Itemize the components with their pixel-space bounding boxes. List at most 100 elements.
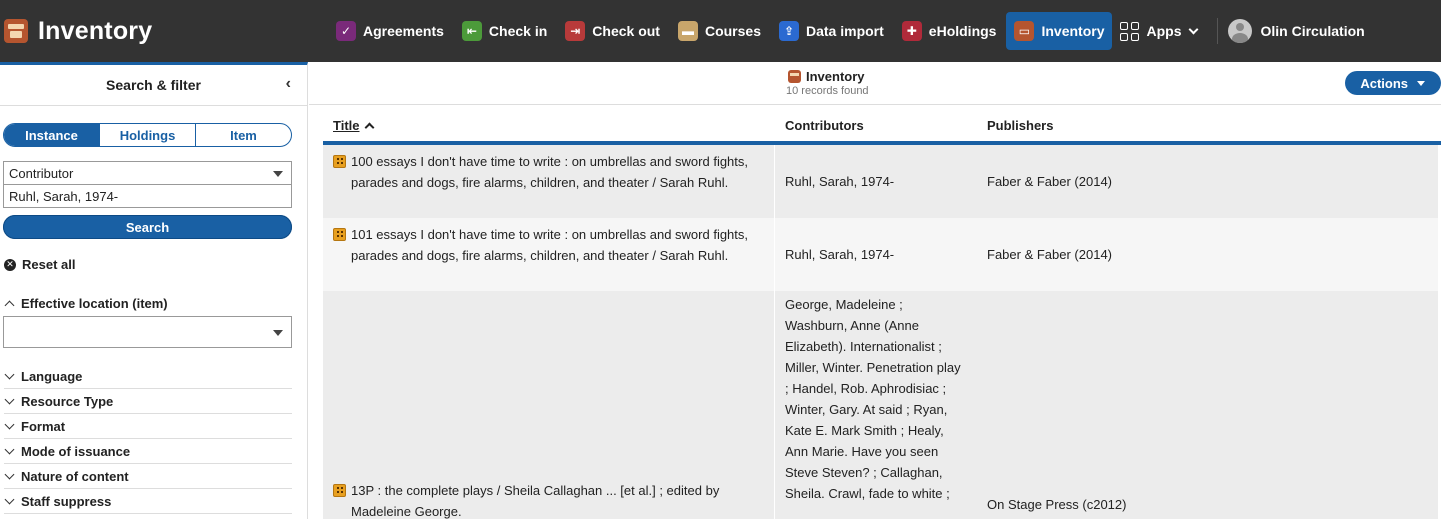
nav-app-label: Check in [488, 23, 548, 39]
results-header: Inventory 10 records found Actions [309, 62, 1441, 105]
accordion-label: Nature of content [21, 468, 129, 484]
nav-app-check-in[interactable]: ⇤ Check in [454, 12, 555, 50]
chevron-down-icon [4, 469, 15, 479]
inventory-icon: ▭ [1014, 21, 1035, 41]
records-found-count: 10 records found [786, 85, 869, 97]
accordion-label: Language [21, 368, 83, 384]
title-cell[interactable]: 101 essays I don't have time to write : … [333, 224, 763, 266]
nav-app-eholdings[interactable]: ✚ eHoldings [894, 12, 1005, 50]
results-title-text: Inventory [806, 69, 865, 84]
column-separator [774, 145, 775, 218]
table-row[interactable]: 101 essays I don't have time to write : … [323, 218, 1441, 291]
accordion-nature-of-content[interactable]: Nature of content [4, 464, 292, 489]
contributors-cell: Ruhl, Sarah, 1974- [785, 174, 895, 189]
nav-app-inventory[interactable]: ▭ Inventory [1006, 12, 1113, 50]
column-header-contributors[interactable]: Contributors [785, 118, 864, 133]
title-text: 13P : the complete plays / Sheila Callag… [351, 483, 720, 519]
collapse-pane-button[interactable]: ‹ [286, 75, 291, 93]
apps-menu-button[interactable]: Apps [1114, 21, 1207, 41]
apps-grid-icon [1120, 21, 1140, 41]
column-separator [774, 218, 775, 291]
accordion-effective-location[interactable]: Effective location (item) [4, 296, 168, 311]
results-title: Inventory [788, 69, 865, 84]
contributors-cell: George, Madeleine ; Washburn, Anne (Anne… [785, 297, 961, 501]
nav-app-agreements[interactable]: ✓ Agreements [328, 12, 452, 50]
nav-right: Apps Olin Circulation [1114, 0, 1365, 62]
check-in-icon: ⇤ [461, 21, 482, 41]
nav-divider [1217, 18, 1219, 44]
nav-app-courses[interactable]: ▬ Courses [670, 12, 769, 50]
publishers-cell: Faber & Faber (2014) [987, 247, 1113, 262]
segment-holdings[interactable]: Holdings [100, 124, 196, 146]
accordion-staff-suppress[interactable]: Staff suppress [4, 489, 292, 514]
check-out-icon: ⇥ [565, 21, 586, 41]
courses-icon: ▬ [677, 21, 698, 41]
chevron-down-icon [4, 444, 15, 454]
top-navigation-bar: Inventory ✓ Agreements ⇤ Check in ⇥ Check out… [0, 0, 1441, 62]
instance-icon [333, 155, 346, 168]
reset-all-label: Reset all [22, 257, 76, 272]
eholdings-icon: ✚ [901, 21, 922, 41]
actions-label: Actions [1360, 75, 1408, 91]
segment-instance[interactable]: Instance [4, 124, 100, 146]
table-row[interactable]: 100 essays I don't have time to write : … [323, 145, 1441, 218]
search-filter-pane: Search & filter ‹ Instance Holdings Item C… [0, 62, 308, 519]
sort-ascending-icon [364, 122, 374, 133]
dropdown-caret-icon [273, 171, 283, 177]
inventory-icon [4, 19, 28, 43]
chevron-down-icon [4, 394, 15, 404]
nav-app-label: Inventory [1041, 23, 1105, 39]
chevron-down-icon [4, 369, 15, 379]
effective-location-select[interactable] [3, 316, 292, 348]
segment-control: Instance Holdings Item [3, 123, 292, 147]
accordion-label: Mode of issuance [21, 443, 131, 459]
nav-app-data-import[interactable]: ⇪ Data import [771, 12, 892, 50]
app-navigation: ✓ Agreements ⇤ Check in ⇥ Check out ▬ Courses ⇪ D… [318, 0, 1114, 62]
table-row[interactable]: 13P : the complete plays / Sheila Callag… [323, 291, 1441, 519]
chevron-up-icon [4, 300, 15, 311]
brand[interactable]: Inventory [0, 0, 318, 62]
reset-all-button[interactable]: ✕ Reset all [4, 257, 75, 272]
title-cell[interactable]: 100 essays I don't have time to write : … [333, 151, 763, 193]
accordion-label: Effective location (item) [21, 296, 168, 311]
segment-item[interactable]: Item [196, 124, 291, 146]
column-title-label: Title [333, 118, 360, 133]
nav-app-label: Agreements [363, 23, 444, 39]
close-circle-icon: ✕ [4, 258, 16, 271]
user-menu-button[interactable]: Olin Circulation [1228, 19, 1365, 43]
filter-accordion-list: Language Resource Type Format Mode of issua… [4, 364, 292, 514]
apps-menu-label: Apps [1146, 23, 1182, 39]
accordion-label: Format [21, 418, 66, 434]
column-header-publishers[interactable]: Publishers [987, 118, 1053, 133]
nav-app-check-out[interactable]: ⇥ Check out [557, 12, 668, 50]
title-text: 100 essays I don't have time to write : … [351, 154, 749, 190]
results-pane: Inventory 10 records found Actions Title… [309, 62, 1441, 519]
accordion-label: Resource Type [21, 393, 114, 409]
actions-button[interactable]: Actions [1345, 71, 1441, 95]
publishers-cell: Faber & Faber (2014) [987, 174, 1113, 189]
nav-app-label: Courses [704, 23, 761, 39]
search-input[interactable] [3, 185, 292, 208]
accordion-format[interactable]: Format [4, 414, 292, 439]
nav-app-label: Data import [806, 23, 884, 39]
nav-app-label: Check out [592, 23, 660, 39]
instance-icon [333, 228, 346, 241]
chevron-down-icon [4, 419, 15, 429]
search-button[interactable]: Search [3, 215, 292, 239]
inventory-icon [788, 70, 801, 83]
nav-app-label: eHoldings [928, 23, 997, 39]
title-cell[interactable]: 13P : the complete plays / Sheila Callag… [333, 480, 763, 519]
search-option-value: Contributor [9, 165, 74, 181]
data-import-icon: ⇪ [779, 21, 799, 41]
accordion-label: Staff suppress [21, 493, 112, 509]
accordion-resource-type[interactable]: Resource Type [4, 389, 292, 414]
chevron-down-icon [1189, 24, 1199, 34]
accordion-language[interactable]: Language [4, 364, 292, 389]
column-header-title[interactable]: Title [333, 118, 374, 133]
avatar [1228, 19, 1253, 43]
instance-icon [333, 484, 346, 497]
agreements-icon: ✓ [336, 21, 356, 41]
accordion-mode-of-issuance[interactable]: Mode of issuance [4, 439, 292, 464]
user-label: Olin Circulation [1260, 23, 1365, 39]
search-option-select[interactable]: Contributor [3, 161, 292, 185]
